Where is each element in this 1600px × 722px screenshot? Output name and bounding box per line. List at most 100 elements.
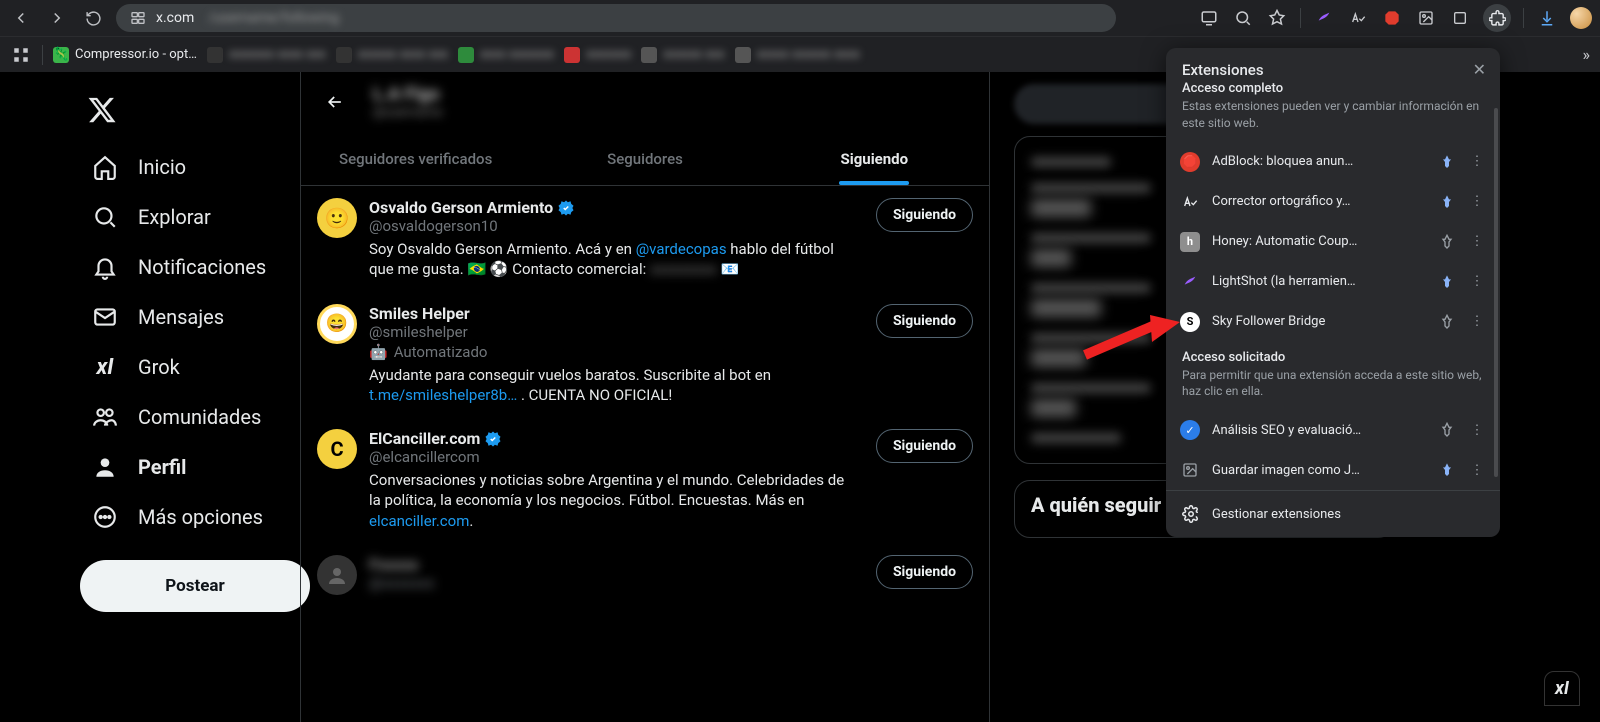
extension-name: AdBlock: bloquea anun… [1212,154,1426,169]
following-button[interactable]: Siguiendo [876,555,973,589]
back-button[interactable] [8,5,34,31]
zoom-icon[interactable] [1232,7,1254,29]
ext-corrector-icon[interactable] [1347,7,1369,29]
avatar[interactable]: 🙂 [317,198,357,238]
following-button[interactable]: Siguiendo [876,198,973,232]
more-icon[interactable]: ⋮ [1468,313,1486,331]
user-name[interactable]: Osvaldo Gerson Armiento [369,198,553,217]
forward-button[interactable] [44,5,70,31]
bookmarks-overflow-icon[interactable]: » [1583,45,1591,64]
pin-icon[interactable] [1438,193,1456,211]
x-logo-icon[interactable] [82,90,122,130]
extension-row[interactable]: ✓ Análisis SEO y evaluació… ⋮ [1166,410,1500,450]
nav-label: Perfil [138,455,186,479]
close-icon[interactable]: ✕ [1473,60,1486,79]
pin-icon[interactable] [1438,313,1456,331]
bookmark-compressor[interactable]: 🦎 Compressor.io - opt… [53,47,197,63]
nav-inicio[interactable]: Inicio [80,144,300,190]
tab-verified-followers[interactable]: Seguidores verificados [301,132,530,185]
bell-icon [92,254,118,280]
popup-scrollbar[interactable] [1494,108,1498,477]
pin-icon[interactable] [1438,421,1456,439]
ext-saveimg-icon[interactable] [1415,7,1437,29]
user-row[interactable]: C ElCanciller.com @elcancillercom Conver… [301,417,989,543]
user-name[interactable]: Smiles Helper [369,304,470,323]
apps-grid-icon[interactable] [10,44,32,66]
pin-icon[interactable] [1438,153,1456,171]
extension-icon: 🛑 [1180,152,1200,172]
post-button[interactable]: Postear [80,560,310,612]
back-arrow-button[interactable] [317,84,353,120]
extensions-button[interactable] [1483,4,1511,32]
nav-label: Explorar [138,205,211,229]
extension-row[interactable]: LightShot (la herramien… ⋮ [1166,262,1500,302]
avatar[interactable]: 😄 [317,304,357,344]
site-settings-icon[interactable] [128,8,148,28]
user-handle: @elcancillercom [369,448,852,466]
bookmark-blur-1[interactable]: xxxxxxx xxxx xxx [207,47,326,63]
bookmark-blur-5[interactable]: xxxxxx xxx [641,47,724,63]
center-column: L.A Figo @username Seguidores verificado… [300,72,990,722]
pin-icon[interactable] [1438,461,1456,479]
bookmark-blur-2[interactable]: xxxxxx xxxx xxx [336,47,448,63]
nav-perfil[interactable]: Perfil [80,444,300,490]
more-icon[interactable]: ⋮ [1468,421,1486,439]
automated-label: 🤖Automatizado [369,343,852,361]
bookmark-star-icon[interactable] [1266,7,1288,29]
extension-row[interactable]: Corrector ortográfico y… ⋮ [1166,182,1500,222]
user-row[interactable]: 😄 Smiles Helper @smileshelper 🤖Automatiz… [301,292,989,418]
nav-mensajes[interactable]: Mensajes [80,294,300,340]
nav-grok[interactable]: xI Grok [80,344,300,390]
profile-header: L.A Figo @username [301,72,989,132]
tab-following[interactable]: Siguiendo [760,132,989,185]
more-icon[interactable]: ⋮ [1468,193,1486,211]
annotation-arrow-icon [1080,310,1180,370]
extension-name: Guardar imagen como J… [1212,463,1426,478]
profile-avatar-icon[interactable] [1570,7,1592,29]
manage-extensions-button[interactable]: Gestionar extensiones [1166,490,1500,537]
ext-adblock-icon[interactable] [1381,7,1403,29]
extension-icon: ✓ [1180,420,1200,440]
following-button[interactable]: Siguiendo [876,304,973,338]
grok-floating-button[interactable]: xI [1544,671,1580,706]
extension-row[interactable]: 🛑 AdBlock: bloquea anun… ⋮ [1166,142,1500,182]
user-bio: Conversaciones y noticias sobre Argentin… [369,470,852,531]
nav-explorar[interactable]: Explorar [80,194,300,240]
avatar[interactable] [317,555,357,595]
address-bar[interactable]: x.com /username/following [116,4,1116,32]
bio-link[interactable]: @vardecopas [636,240,727,258]
user-row[interactable]: Fxxxxx @xxxxxxx Siguiendo [301,543,989,607]
more-icon[interactable]: ⋮ [1468,233,1486,251]
bookmark-blur-4[interactable]: xxxxxxx [564,47,631,63]
avatar[interactable]: C [317,429,357,469]
ext-lightshot-icon[interactable] [1313,7,1335,29]
following-button[interactable]: Siguiendo [876,429,973,463]
cast-icon[interactable] [1198,7,1220,29]
nav-notificaciones[interactable]: Notificaciones [80,244,300,290]
user-name-blurred: Fxxxxx [369,555,418,574]
more-icon[interactable]: ⋮ [1468,153,1486,171]
bookmark-blur-6[interactable]: xxxxx xxxxxx xxxx [735,47,860,63]
extension-row[interactable]: S Sky Follower Bridge ⋮ [1166,302,1500,342]
pin-icon[interactable] [1438,233,1456,251]
extension-name: Honey: Automatic Coup… [1212,234,1426,249]
ext-other-icon[interactable] [1449,7,1471,29]
nav-comunidades[interactable]: Comunidades [80,394,300,440]
bookmark-blur-3[interactable]: xxxx xxxxxxx [458,47,554,63]
nav-mas-opciones[interactable]: Más opciones [80,494,300,540]
tab-followers[interactable]: Seguidores [530,132,759,185]
extension-row[interactable]: Guardar imagen como J… ⋮ [1166,450,1500,490]
download-icon[interactable] [1536,7,1558,29]
left-navigation: Inicio Explorar Notificaciones Mensajes … [0,72,300,722]
more-icon[interactable]: ⋮ [1468,461,1486,479]
more-icon[interactable]: ⋮ [1468,273,1486,291]
pin-icon[interactable] [1438,273,1456,291]
requested-access-desc: Para permitir que una extensión acceda a… [1166,367,1500,411]
bio-link[interactable]: t.me/smileshelper8b… [369,386,517,404]
extension-row[interactable]: h Honey: Automatic Coup… ⋮ [1166,222,1500,262]
community-icon [92,404,118,430]
bio-link[interactable]: elcanciller.com [369,512,469,530]
user-row[interactable]: 🙂 Osvaldo Gerson Armiento @osvaldogerson… [301,186,989,292]
reload-button[interactable] [80,5,106,31]
user-name[interactable]: ElCanciller.com [369,429,480,448]
